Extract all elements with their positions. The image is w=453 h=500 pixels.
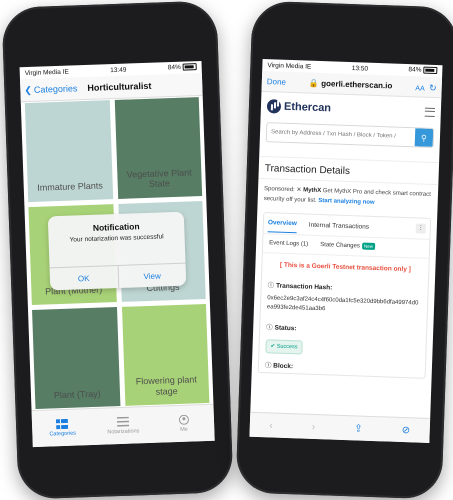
battery-group: 84% [167, 63, 197, 72]
search-button[interactable]: ⚲ [414, 128, 434, 147]
block-label: Block: [273, 362, 294, 371]
mythx-icon: ✕ [296, 187, 302, 194]
block-field: ⓘ Block: [259, 356, 425, 378]
tab-notarizations[interactable]: Notarizations [92, 407, 154, 445]
left-phone: Virgin Media IE 13:49 84% ❮ Categories H… [1, 0, 234, 500]
status-badge: ✔ Success [265, 339, 303, 355]
hash-label: Transaction Hash: [275, 282, 333, 292]
left-screen: Virgin Media IE 13:49 84% ❮ Categories H… [19, 60, 215, 448]
forward-arrow-icon[interactable]: › [312, 421, 316, 432]
tab-label: Categories [49, 430, 77, 438]
tab-me[interactable]: Me [153, 405, 215, 443]
battery-icon [182, 63, 197, 72]
site-header: Ethercan [260, 92, 441, 126]
tab-label: Notarizations [107, 428, 140, 436]
tab-categories[interactable]: Categories [32, 409, 94, 447]
carrier-label: Virgin Media IE [267, 61, 312, 71]
alert-title: Notification [92, 221, 140, 233]
tab-internal-transactions[interactable]: Internal Transactions [309, 221, 370, 230]
search-bar: ⚲ [265, 122, 435, 148]
chevron-left-icon: ❮ [24, 84, 33, 95]
carrier-label: Virgin Media IE [24, 68, 69, 77]
search-icon: ⚲ [420, 133, 428, 143]
list-icon [116, 416, 130, 427]
sponsor-brand: MythX [303, 187, 322, 195]
back-label: Categories [33, 83, 78, 95]
state-changes-label: State Changes [320, 242, 360, 250]
right-phone: Virgin Media IE 13:50 84% Done 🔒 goerli.… [235, 0, 453, 500]
lock-icon: 🔒 [308, 78, 320, 88]
ok-button[interactable]: OK [50, 266, 118, 290]
time-label: 13:49 [110, 66, 127, 74]
share-icon[interactable]: ⇪ [354, 423, 363, 434]
tab-state-changes[interactable]: State Changes New [320, 242, 376, 251]
status-value: Success [276, 343, 298, 351]
alert-actions: OK View [49, 262, 187, 291]
right-screen: Virgin Media IE 13:50 84% Done 🔒 goerli.… [249, 58, 443, 443]
battery-percent: 84% [167, 64, 181, 72]
site-logo[interactable]: Ethercan [266, 99, 332, 115]
url-field[interactable]: 🔒 goerli.etherscan.io [309, 78, 393, 90]
tab-overview[interactable]: Overview [267, 214, 298, 234]
sponsored-banner: Sponsored: ✕ MythX Get MythX Pro and che… [258, 179, 439, 210]
tab-label: Me [180, 426, 188, 433]
person-icon [178, 414, 189, 425]
browser-toolbar: ‹ › ⇪ ⊘ [249, 411, 431, 443]
page-title: Horticulturalist [87, 80, 152, 93]
sponsored-prefix: Sponsored: [263, 186, 295, 194]
new-badge: New [361, 242, 376, 251]
back-button[interactable]: ❮ Categories [24, 83, 77, 96]
browser-actions: AA ↻ [415, 77, 437, 96]
compass-icon[interactable]: ⊘ [402, 425, 411, 436]
hamburger-menu-icon[interactable] [424, 107, 436, 117]
transaction-card: Overview Internal Transactions ⋮ Event L… [257, 212, 432, 380]
more-icon[interactable]: ⋮ [415, 223, 426, 234]
logo-text: Ethercan [283, 100, 332, 115]
notification-alert: Notification Your notarization was succe… [47, 211, 187, 291]
status-label: Status: [274, 324, 297, 333]
view-button[interactable]: View [117, 263, 187, 289]
done-button[interactable]: Done [267, 77, 286, 87]
reader-aa-button[interactable]: AA [415, 85, 425, 92]
check-icon: ✔ [270, 343, 276, 350]
tab-event-logs[interactable]: Event Logs (1) [269, 240, 308, 247]
info-icon: ⓘ [266, 324, 273, 332]
alert-message: Your notarization was successful [69, 233, 164, 244]
battery-icon [423, 66, 438, 75]
status-field: ⓘ Status: [260, 318, 426, 340]
time-label: 13:50 [351, 64, 369, 73]
tab-bar: Categories Notarizations Me [31, 403, 215, 448]
grid-icon [56, 418, 69, 430]
battery-group: 84% [408, 66, 438, 75]
info-icon: ⓘ [267, 282, 275, 290]
logo-icon [266, 99, 282, 114]
start-analyzing-link[interactable]: Start analyzing now [318, 198, 375, 206]
url-text: goerli.etherscan.io [321, 78, 393, 90]
reload-icon[interactable]: ↻ [429, 83, 437, 93]
info-icon: ⓘ [264, 362, 272, 370]
back-arrow-icon[interactable]: ‹ [269, 420, 273, 431]
search-input[interactable] [266, 123, 416, 147]
battery-percent: 84% [408, 66, 422, 75]
